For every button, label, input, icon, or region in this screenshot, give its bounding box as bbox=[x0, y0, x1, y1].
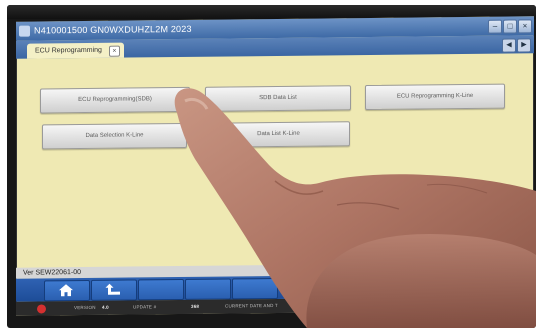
scroll-left-arrow-icon[interactable]: ◀ bbox=[502, 38, 516, 53]
data-selection-k-line-button[interactable]: Data Selection K-Line bbox=[42, 122, 187, 150]
maximize-button[interactable]: □ bbox=[503, 19, 517, 34]
datetime-label: CURRENT DATE AND T bbox=[225, 302, 278, 309]
app-icon bbox=[19, 25, 30, 37]
ecu-reprogramming-sdb-button[interactable]: ECU Reprogramming(SDB) bbox=[40, 86, 190, 114]
tab-ecu-reprogramming[interactable]: ECU Reprogramming × bbox=[27, 42, 124, 59]
function-panel: ECU Reprogramming(SDB) SDB Data List ECU… bbox=[16, 53, 534, 267]
scroll-right-arrow-icon[interactable]: ▶ bbox=[517, 38, 531, 53]
data-list-k-line-button[interactable]: Data List K-Line bbox=[207, 121, 350, 148]
back-icon bbox=[105, 283, 120, 295]
home-button[interactable] bbox=[44, 279, 90, 302]
tab-close-icon[interactable]: × bbox=[108, 45, 120, 57]
back-button[interactable] bbox=[91, 279, 137, 301]
minimize-button[interactable]: – bbox=[488, 19, 502, 34]
diagnostic-screen: N410001500 GN0WXDUHZL2M 2023 – □ × ECU R… bbox=[16, 16, 534, 316]
version-value: 4.0 bbox=[102, 304, 109, 310]
toolbar-button-3[interactable] bbox=[138, 278, 184, 301]
version-label: VERSION bbox=[74, 304, 96, 311]
tab-label: ECU Reprogramming bbox=[35, 46, 102, 55]
sdb-data-list-button[interactable]: SDB Data List bbox=[205, 85, 351, 112]
toolbar-button-5[interactable] bbox=[232, 277, 278, 300]
close-button[interactable]: × bbox=[518, 19, 532, 34]
version-text: Ver SEW22061-00 bbox=[23, 269, 81, 277]
home-icon bbox=[59, 284, 73, 297]
update-label: UPDATE # bbox=[133, 304, 157, 310]
power-icon[interactable] bbox=[37, 304, 46, 314]
ecu-reprogramming-k-line-button[interactable]: ECU Reprogramming K-Line bbox=[365, 83, 505, 111]
update-value: 368 bbox=[191, 303, 200, 309]
window-title: N410001500 GN0WXDUHZL2M 2023 bbox=[34, 23, 192, 36]
photo-frame: N410001500 GN0WXDUHZL2M 2023 – □ × ECU R… bbox=[7, 5, 536, 328]
toolbar-button-4[interactable] bbox=[185, 278, 231, 300]
